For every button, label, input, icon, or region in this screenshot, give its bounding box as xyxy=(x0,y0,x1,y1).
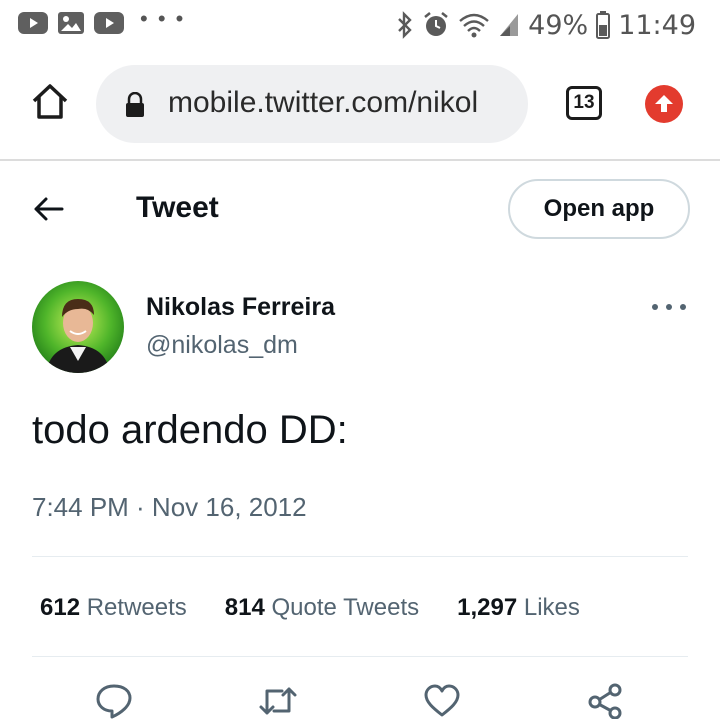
youtube-icon xyxy=(94,11,124,35)
share-icon xyxy=(588,683,622,720)
home-button[interactable] xyxy=(30,82,70,122)
retweet-button[interactable] xyxy=(258,683,297,719)
quote-tweets-stat[interactable]: 814 Quote Tweets xyxy=(225,594,419,622)
url-text[interactable]: mobile.twitter.com/nikol xyxy=(168,86,478,120)
more-notifications-icon: • • • xyxy=(140,6,186,31)
wifi-icon xyxy=(458,11,490,39)
tweet-header: Tweet Open app xyxy=(0,161,720,257)
clock: 11:49 xyxy=(618,9,696,41)
retweet-icon xyxy=(259,687,297,715)
youtube-icon xyxy=(18,11,48,35)
more-options-icon[interactable] xyxy=(652,296,686,318)
address-bar[interactable]: mobile.twitter.com/nikol xyxy=(96,65,528,143)
tweet-stats: 612 Retweets 814 Quote Tweets 1,297 Like… xyxy=(40,594,618,622)
battery-icon xyxy=(596,11,611,39)
share-button[interactable] xyxy=(587,683,625,720)
reply-icon xyxy=(96,684,132,719)
gallery-icon xyxy=(58,11,84,35)
divider xyxy=(32,556,688,557)
update-button[interactable] xyxy=(645,85,683,123)
quote-tweets-count: 814 xyxy=(224,594,265,621)
profile-photo-icon xyxy=(32,281,124,373)
quote-tweets-label: Quote Tweets xyxy=(271,594,420,621)
battery-percent: 49% xyxy=(528,9,589,41)
tweet-text: todo ardendo DD: xyxy=(32,408,348,452)
bluetooth-icon xyxy=(396,11,414,39)
page-title: Tweet xyxy=(136,191,219,224)
lock-icon xyxy=(124,91,146,123)
back-button[interactable] xyxy=(30,191,66,227)
likes-label: Likes xyxy=(523,594,580,621)
open-app-button[interactable]: Open app xyxy=(508,179,690,239)
system-icons: 49% 11:49 xyxy=(396,6,696,44)
tweet-timestamp[interactable]: 7:44 PM · Nov 16, 2012 xyxy=(32,492,307,523)
avatar[interactable] xyxy=(32,281,124,373)
retweets-count: 612 xyxy=(40,594,81,621)
browser-toolbar: mobile.twitter.com/nikol 13 xyxy=(0,50,720,160)
likes-count: 1,297 xyxy=(457,594,518,621)
signal-icon xyxy=(498,12,520,38)
back-arrow-icon xyxy=(34,197,64,221)
heart-icon xyxy=(424,684,460,717)
author-name[interactable]: Nikolas Ferreira xyxy=(146,293,335,322)
tab-switcher-button[interactable]: 13 xyxy=(566,86,602,120)
retweets-label: Retweets xyxy=(86,594,187,621)
status-bar: • • • 49% 11:49 xyxy=(0,0,720,50)
alarm-icon xyxy=(422,11,450,39)
author-handle[interactable]: @nikolas_dm xyxy=(146,331,298,360)
divider xyxy=(32,656,688,657)
like-button[interactable] xyxy=(423,683,461,719)
arrow-up-icon xyxy=(655,95,673,112)
likes-stat[interactable]: 1,297 Likes xyxy=(457,594,580,622)
retweets-stat[interactable]: 612 Retweets xyxy=(40,594,187,622)
home-icon xyxy=(32,84,68,119)
reply-button[interactable] xyxy=(95,683,133,719)
notification-icons: • • • xyxy=(18,6,186,35)
